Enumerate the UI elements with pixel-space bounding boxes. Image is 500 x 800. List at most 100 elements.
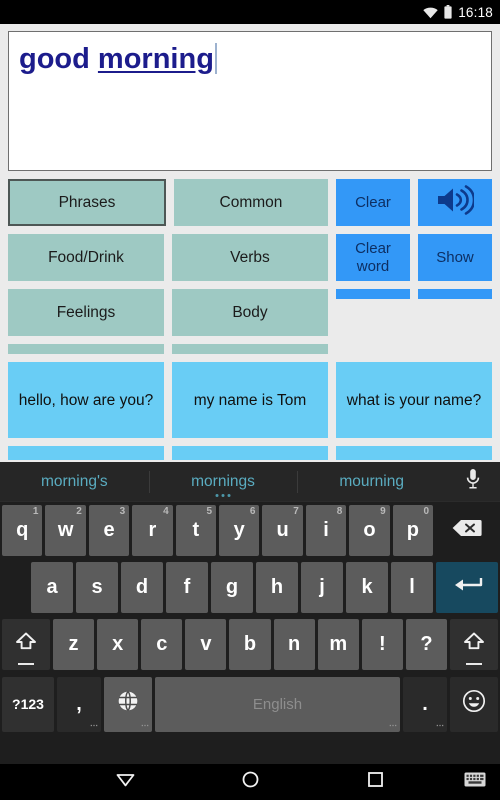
editor-container: good morning (0, 24, 500, 171)
key-s[interactable]: s (76, 562, 118, 613)
category-label: Phrases (58, 193, 116, 211)
category-label: Common (219, 193, 283, 211)
voice-input-button[interactable] (446, 468, 500, 495)
key-e[interactable]: 3e (88, 505, 130, 556)
category-button-phrases[interactable]: Phrases (8, 179, 166, 226)
key-z[interactable]: z (53, 619, 95, 670)
category-row-partial[interactable] (8, 344, 164, 354)
navigation-bar (0, 764, 500, 800)
category-row-partial[interactable] (172, 344, 328, 354)
category-button-body[interactable]: Body (172, 289, 328, 336)
key-w[interactable]: 2w (45, 505, 86, 556)
nav-keyboard-toggle[interactable] (464, 772, 486, 793)
key-b[interactable]: b (229, 619, 271, 670)
key-a[interactable]: a (31, 562, 73, 613)
key-x[interactable]: x (97, 619, 139, 670)
key-number-hint: 3 (119, 506, 126, 517)
phrase-button[interactable]: hello, how are you? (8, 362, 164, 438)
nav-recents-button[interactable] (313, 772, 438, 792)
suggestion-item-active[interactable]: mornings (148, 462, 298, 501)
key-label: a (46, 576, 58, 598)
long-press-dots: ⋯ (389, 720, 397, 730)
key-q[interactable]: 1q (2, 505, 43, 556)
key-label: u (276, 519, 289, 541)
suggestion-more-dots (215, 494, 231, 497)
suggestion-item[interactable]: mourning (297, 462, 446, 501)
key-y[interactable]: 6y (219, 505, 260, 556)
category-button-food-drink[interactable]: Food/Drink (8, 234, 164, 281)
key-label: g (225, 576, 239, 598)
category-button-verbs[interactable]: Verbs (172, 234, 328, 281)
action-row-partial[interactable] (336, 289, 410, 299)
key-label: ?123 (12, 696, 44, 712)
action-row-partial[interactable] (418, 289, 492, 299)
phrase-button[interactable] (8, 446, 164, 460)
key-p[interactable]: 0p (392, 505, 434, 556)
speak-button[interactable] (418, 179, 492, 226)
phrase-button[interactable] (336, 446, 492, 460)
key-exclamation[interactable]: ! (361, 619, 403, 670)
recents-square-icon (367, 772, 383, 792)
category-label: Body (232, 303, 268, 321)
suggestion-strip: morning's mornings mourning (0, 462, 500, 502)
key-r[interactable]: 4r (132, 505, 173, 556)
key-u[interactable]: 7u (262, 505, 303, 556)
backspace-key[interactable] (436, 505, 499, 556)
key-f[interactable]: f (166, 562, 208, 613)
text-input-field[interactable]: good morning (8, 31, 492, 171)
key-v[interactable]: v (185, 619, 227, 670)
key-question[interactable]: ? (405, 619, 447, 670)
globe-icon (117, 690, 139, 718)
suggestion-item[interactable]: morning's (0, 462, 149, 501)
show-button[interactable]: Show (418, 234, 492, 281)
key-c[interactable]: c (141, 619, 183, 670)
show-label: Show (436, 248, 474, 266)
clear-button[interactable]: Clear (336, 179, 410, 226)
nav-back-button[interactable] (63, 773, 188, 792)
phrase-button[interactable] (172, 446, 328, 460)
nav-home-button[interactable] (188, 771, 313, 793)
shift-key-right[interactable] (449, 619, 498, 670)
comma-key[interactable]: , ⋯ (57, 676, 101, 732)
key-m[interactable]: m (317, 619, 359, 670)
symbols-key[interactable]: ?123 (2, 676, 54, 732)
key-i[interactable]: 8i (305, 505, 347, 556)
category-button-common[interactable]: Common (174, 179, 328, 226)
key-h[interactable]: h (256, 562, 298, 613)
key-k[interactable]: k (346, 562, 388, 613)
key-n[interactable]: n (273, 619, 315, 670)
category-label: Food/Drink (48, 248, 124, 266)
key-label: e (103, 519, 115, 541)
key-label: y (233, 519, 245, 541)
language-switch-key[interactable]: ⋯ (104, 676, 152, 732)
key-label: h (270, 576, 284, 598)
wifi-icon (423, 6, 438, 19)
button-grid: Phrases Common Food/Drink Verbs Feelings… (0, 171, 500, 460)
clear-word-button[interactable]: Clear word (336, 234, 410, 281)
back-triangle-icon (116, 773, 135, 792)
key-d[interactable]: d (121, 562, 163, 613)
key-j[interactable]: j (301, 562, 343, 613)
committed-text: good (19, 43, 98, 75)
category-button-feelings[interactable]: Feelings (8, 289, 164, 336)
shift-key-left[interactable] (2, 619, 50, 670)
key-l[interactable]: l (391, 562, 433, 613)
key-g[interactable]: g (211, 562, 253, 613)
keyboard-row-3: z x c v b n m ! ? (0, 616, 500, 673)
key-number-hint: 4 (163, 506, 169, 517)
key-o[interactable]: 9o (349, 505, 390, 556)
key-t[interactable]: 5t (175, 505, 217, 556)
phrase-button[interactable]: my name is Tom (172, 362, 328, 438)
keyboard-row-2: a s d f g h j k l (0, 559, 500, 616)
key-label: ? (420, 633, 433, 655)
emoji-key[interactable] (450, 676, 498, 732)
long-press-dots: ⋯ (141, 720, 149, 730)
enter-key[interactable] (436, 562, 498, 613)
phrase-button[interactable]: what is your name? (336, 362, 492, 438)
key-label: p (406, 519, 419, 541)
clear-word-label: Clear word (355, 239, 391, 275)
period-key[interactable]: . ⋯ (403, 676, 447, 732)
space-key[interactable]: English ⋯ (155, 676, 400, 732)
phrase-label: my name is Tom (193, 391, 307, 409)
key-label: m (329, 633, 348, 655)
